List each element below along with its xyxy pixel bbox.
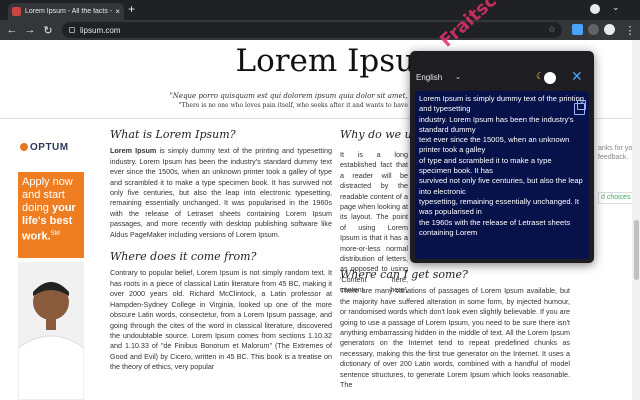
section-body-what: Lorem Ipsum is simply dummy text of the …	[110, 146, 332, 239]
optum-mark-icon	[20, 143, 28, 151]
ad-headline: Apply now and start doing your life's be…	[18, 172, 84, 258]
translation-text-panel: Lorem Ipsum is simply dummy text of the …	[415, 91, 589, 259]
extensions-puzzle-icon[interactable]	[588, 24, 599, 35]
lock-icon	[69, 27, 75, 33]
tab-close-icon[interactable]: ×	[115, 7, 120, 16]
browser-tab[interactable]: Lorem Ipsum - All the facts - Lip ×	[8, 3, 124, 20]
reload-button[interactable]: ↻	[40, 22, 56, 38]
left-column: What is Lorem Ipsum? Lorem Ipsum is simp…	[110, 128, 332, 383]
ad-photo	[18, 262, 84, 400]
scrollbar-thumb[interactable]	[634, 220, 639, 280]
profile-icon[interactable]	[590, 4, 600, 14]
right-column-bottom: Where can I get some? There are many var…	[340, 268, 570, 400]
close-icon[interactable]: ✕	[571, 69, 583, 83]
browser-toolbar: ← → ↻ lipsum.com ☆ ⋮	[0, 20, 640, 40]
forward-button[interactable]: →	[22, 22, 38, 38]
bookmark-star-icon[interactable]: ☆	[548, 24, 556, 35]
browser-tab-strip: Lorem Ipsum - All the facts - Lip × + ⌄	[0, 0, 640, 20]
tab-title: Lorem Ipsum - All the facts - Lip	[25, 8, 113, 15]
profile-avatar-icon[interactable]	[604, 24, 615, 35]
moon-icon: ☾	[536, 71, 545, 81]
section-heading-where-from: Where does it come from?	[110, 250, 257, 264]
chevron-down-icon[interactable]: ⌄	[455, 73, 461, 81]
translation-popup: English ⌄ ☾ ✕ Lorem Ipsum is simply dumm…	[410, 51, 594, 263]
url-text: lipsum.com	[80, 25, 121, 35]
theme-toggle[interactable]	[544, 72, 556, 84]
back-button[interactable]: ←	[4, 22, 20, 38]
language-select[interactable]: English	[416, 73, 442, 82]
tab-search-icon[interactable]: ⌄	[612, 2, 620, 13]
section-body-where-from: Contrary to popular belief, Lorem Ipsum …	[110, 268, 332, 372]
copy-icon[interactable]	[574, 100, 586, 115]
site-favicon-icon	[12, 7, 21, 16]
new-tab-button[interactable]: +	[128, 2, 135, 16]
optum-logo: OPTUM	[20, 142, 69, 153]
menu-kebab-icon[interactable]: ⋮	[622, 22, 638, 38]
section-body-where-get: There are many variations of passages of…	[340, 286, 570, 390]
address-bar[interactable]: lipsum.com ☆	[62, 22, 562, 38]
section-heading-where-get: Where can I get some?	[340, 268, 468, 281]
translation-text: Lorem Ipsum is simply dummy text of the …	[419, 94, 585, 237]
left-advertisement[interactable]: OPTUM Apply now and start doing your lif…	[18, 136, 84, 400]
section-heading-what: What is Lorem Ipsum?	[110, 128, 236, 141]
extension-icon[interactable]	[572, 24, 583, 35]
